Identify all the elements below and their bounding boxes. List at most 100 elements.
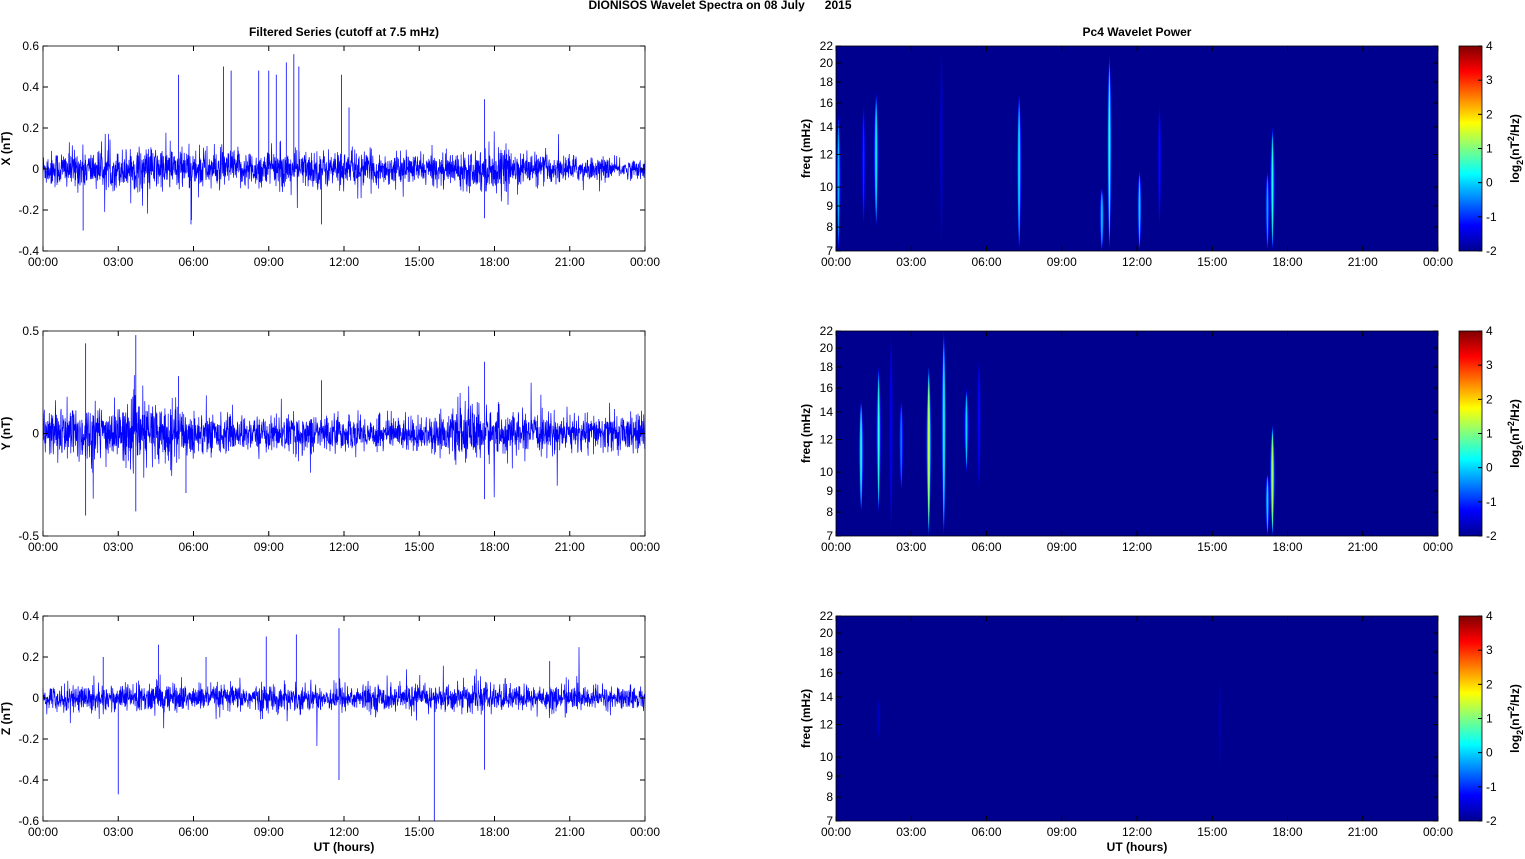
x-tick-label: 18:00 xyxy=(479,540,509,554)
x-tick-label: 00:00 xyxy=(630,540,660,554)
x-tick-label: 06:00 xyxy=(971,540,1001,554)
x-tick-label: 03:00 xyxy=(103,540,133,554)
y-tick-label: 16 xyxy=(820,381,834,395)
x-tick-label: 12:00 xyxy=(1122,540,1152,554)
x-tick-label: 12:00 xyxy=(1122,255,1152,269)
y-axis-label: Y (nT) xyxy=(0,417,13,451)
y-tick-label: 20 xyxy=(820,626,834,640)
colorbar-tick-label: 0 xyxy=(1486,746,1493,760)
y-tick-label: 16 xyxy=(820,666,834,680)
y-axis-label: Z (nT) xyxy=(0,702,13,735)
y-tick-label: 9 xyxy=(826,769,833,783)
y-tick-label: -0.4 xyxy=(18,773,39,787)
y-axis-label: freq (mHz) xyxy=(799,404,813,463)
y-tick-label: -0.2 xyxy=(18,732,39,746)
y-tick-label: 0.4 xyxy=(22,609,39,623)
x-tick-label: 09:00 xyxy=(254,540,284,554)
right-column-title: Pc4 Wavelet Power xyxy=(1083,25,1192,39)
x-tick-label: 00:00 xyxy=(28,825,58,839)
y-tick-label: 16 xyxy=(820,96,834,110)
timeseries-panel-y: -0.500.500:00 03:00 06:00 09:00 12:00 15:00 18… xyxy=(0,324,660,554)
plot-area xyxy=(43,46,645,251)
colorbar-tick-label: -1 xyxy=(1486,495,1497,509)
timeseries-panel-x: -0.4-0.200.20.40.600:00 03:00 06:00 09:00 12… xyxy=(0,39,660,269)
x-tick-label: 00:00 xyxy=(821,540,851,554)
x-tick-label: 15:00 xyxy=(404,540,434,554)
y-tick-label: 18 xyxy=(820,75,834,89)
colorbar-tick-label: -2 xyxy=(1486,244,1497,258)
colorbar-label: log2(nT2/Hz) xyxy=(1506,684,1525,753)
colorbar-tick-label: 0 xyxy=(1486,176,1493,190)
y-tick-label: 0 xyxy=(32,162,39,176)
plot-area xyxy=(43,616,645,821)
x-tick-label: 18:00 xyxy=(1272,255,1302,269)
x-tick-label: 03:00 xyxy=(896,540,926,554)
y-tick-label: 0.5 xyxy=(22,324,39,338)
x-tick-label: 00:00 xyxy=(821,825,851,839)
y-tick-label: 10 xyxy=(820,750,834,764)
y-tick-label: 22 xyxy=(820,609,834,623)
x-tick-label: 18:00 xyxy=(1272,540,1302,554)
x-tick-label: 15:00 xyxy=(404,825,434,839)
colorbar-tick-label: -2 xyxy=(1486,814,1497,828)
x-tick-label: 21:00 xyxy=(555,255,585,269)
x-tick-label: 09:00 xyxy=(1047,255,1077,269)
colorbar-tick-label: 2 xyxy=(1486,107,1493,121)
y-tick-label: 10 xyxy=(820,465,834,479)
x-tick-label: 06:00 xyxy=(178,825,208,839)
y-axis-label: freq (mHz) xyxy=(799,119,813,178)
y-tick-label: 22 xyxy=(820,324,834,338)
x-tick-label: 06:00 xyxy=(971,255,1001,269)
colorbar-tick-label: -2 xyxy=(1486,529,1497,543)
x-tick-label: 06:00 xyxy=(178,540,208,554)
x-tick-label: 18:00 xyxy=(1272,825,1302,839)
spectrogram-panel-z: 7891012141618202200:00 03:00 06:00 09:00 12:… xyxy=(799,609,1525,839)
x-tick-label: 06:00 xyxy=(178,255,208,269)
y-tick-label: 18 xyxy=(820,360,834,374)
x-tick-label: 15:00 xyxy=(404,255,434,269)
x-tick-label: 03:00 xyxy=(103,255,133,269)
colorbar-tick-label: 4 xyxy=(1486,324,1493,338)
x-axis-label-right: UT (hours) xyxy=(1107,840,1168,854)
y-tick-label: 8 xyxy=(826,505,833,519)
y-tick-label: -0.2 xyxy=(18,203,39,217)
y-tick-label: 8 xyxy=(826,220,833,234)
x-tick-label: 09:00 xyxy=(254,255,284,269)
y-tick-label: 0.2 xyxy=(22,650,39,664)
colorbar-tick-label: 3 xyxy=(1486,643,1493,657)
x-tick-label: 00:00 xyxy=(1423,255,1453,269)
colorbar-tick-label: 2 xyxy=(1486,677,1493,691)
colorbar-label: log2(nT2/Hz) xyxy=(1506,114,1525,183)
y-tick-label: 0 xyxy=(32,427,39,441)
y-tick-label: 9 xyxy=(826,484,833,498)
y-tick-label: 12 xyxy=(820,718,834,732)
y-tick-label: 0.2 xyxy=(22,121,39,135)
x-tick-label: 21:00 xyxy=(1348,255,1378,269)
colorbar-tick-label: -1 xyxy=(1486,780,1497,794)
y-axis-label: freq (mHz) xyxy=(799,689,813,748)
left-column-title: Filtered Series (cutoff at 7.5 mHz) xyxy=(249,25,439,39)
x-tick-label: 09:00 xyxy=(1047,825,1077,839)
figure-title: DIONISOS Wavelet Spectra on 08 July 2015 xyxy=(589,0,852,12)
spectrogram-panel-x: 7891012141618202200:00 03:00 06:00 09:00 12:… xyxy=(799,39,1525,269)
x-tick-label: 09:00 xyxy=(1047,540,1077,554)
colorbar-tick-label: 4 xyxy=(1486,39,1493,53)
x-tick-label: 00:00 xyxy=(1423,825,1453,839)
y-tick-label: 20 xyxy=(820,341,834,355)
x-tick-label: 12:00 xyxy=(1122,825,1152,839)
y-tick-label: 8 xyxy=(826,790,833,804)
colorbar-tick-label: 0 xyxy=(1486,461,1493,475)
x-tick-label: 00:00 xyxy=(630,825,660,839)
y-tick-label: 10 xyxy=(820,180,834,194)
x-tick-label: 21:00 xyxy=(555,825,585,839)
y-tick-label: 0.4 xyxy=(22,80,39,94)
y-tick-label: 20 xyxy=(820,56,834,70)
y-tick-label: 12 xyxy=(820,433,834,447)
x-tick-label: 12:00 xyxy=(329,540,359,554)
x-tick-label: 15:00 xyxy=(1197,825,1227,839)
x-tick-label: 18:00 xyxy=(479,825,509,839)
spectrogram-background xyxy=(836,331,1438,536)
colorbar-tick-label: 4 xyxy=(1486,609,1493,623)
y-tick-label: 18 xyxy=(820,645,834,659)
colorbar-tick-label: -1 xyxy=(1486,210,1497,224)
